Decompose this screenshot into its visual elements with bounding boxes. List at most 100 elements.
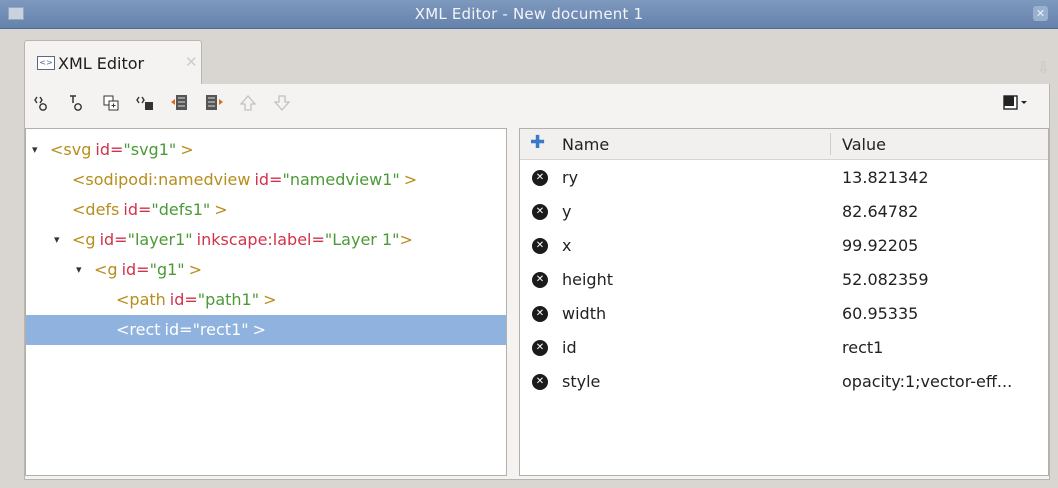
xml-editor-icon: <> [37, 56, 55, 70]
attribute-name[interactable]: style [562, 372, 600, 391]
expander-icon[interactable]: ▾ [54, 225, 60, 255]
node-label: <g id="g1" > [94, 255, 202, 285]
delete-attribute-icon[interactable]: ✕ [532, 272, 548, 288]
tab-close-icon[interactable]: ✕ [185, 53, 198, 71]
tree-node[interactable]: <path id="path1" > [26, 285, 506, 315]
node-tag-close: > [263, 290, 277, 309]
node-tag-close: > [399, 230, 413, 249]
delete-attribute-icon[interactable]: ✕ [532, 238, 548, 254]
delete-attribute-icon[interactable]: ✕ [532, 340, 548, 356]
column-header-name[interactable]: Name [562, 135, 609, 154]
tree-node[interactable]: <defs id="defs1" > [26, 195, 506, 225]
attribute-name[interactable]: id [562, 338, 577, 357]
attribute-row[interactable]: ✕ style opacity:1;vector-eff... [520, 365, 1048, 399]
tree-node[interactable]: ▾ <g id="g1" > [26, 255, 506, 285]
tree-node[interactable]: ▾ <svg id="svg1" > [26, 135, 506, 165]
attribute-row[interactable]: ✕ ry 13.821342 [520, 161, 1048, 195]
tree-node[interactable]: ▾ <g id="layer1" inkscape:label="Layer 1"> [26, 225, 506, 255]
node-tag: <sodipodi:namedview [72, 170, 251, 189]
tree-node[interactable]: <rect id="rect1" > [26, 315, 506, 345]
node-tag: <g [72, 230, 96, 249]
attribute-name[interactable]: width [562, 304, 606, 323]
node-tag-close: > [214, 200, 228, 219]
delete-attribute-icon[interactable]: ✕ [532, 306, 548, 322]
node-attr-value: "namedview1" [282, 170, 400, 189]
window-close-button[interactable]: ✕ [1033, 6, 1048, 21]
node-label: <path id="path1" > [116, 285, 276, 315]
node-attr-name: id= [121, 260, 150, 279]
tree-node[interactable]: <sodipodi:namedview id="namedview1" > [26, 165, 506, 195]
editor-panes: ▾ <svg id="svg1" > <sodipodi:namedview id="na… [24, 124, 1050, 480]
node-attr-value: "defs1" [151, 200, 211, 219]
new-text-node-icon[interactable] [67, 92, 89, 114]
node-tag-close: > [403, 170, 418, 189]
node-tag-close: > [252, 320, 267, 339]
xml-toolbar [24, 84, 1050, 124]
expander-icon[interactable]: ▾ [32, 135, 38, 165]
node-tag: <defs [72, 200, 120, 219]
attribute-name[interactable]: y [562, 202, 571, 221]
attribute-value[interactable]: 82.64782 [842, 202, 918, 221]
window-title: XML Editor - New document 1 [414, 5, 644, 23]
attribute-row[interactable]: ✕ width 60.95335 [520, 297, 1048, 331]
attribute-row[interactable]: ✕ x 99.92205 [520, 229, 1048, 263]
node-attr-name: id= [123, 200, 152, 219]
node-attr-name: id= [169, 290, 198, 309]
attribute-table[interactable]: ✚ Name Value ✕ ry 13.821342 ✕ y 82.64782 ✕ x 99.… [519, 128, 1049, 476]
attribute-name[interactable]: x [562, 236, 571, 255]
delete-node-icon[interactable] [135, 92, 157, 114]
layout-menu-icon[interactable] [1001, 92, 1031, 114]
node-attr-value: "layer1" [127, 230, 193, 249]
attribute-value[interactable]: 60.95335 [842, 304, 918, 323]
dock-tabstrip: <> XML Editor ✕ [10, 40, 1050, 84]
node-attr-value: "rect1" [192, 320, 249, 339]
node-attr-value: "svg1" [123, 140, 177, 159]
node-label: <rect id="rect1" > [116, 315, 266, 345]
attribute-row[interactable]: ✕ id rect1 [520, 331, 1048, 365]
delete-attribute-icon[interactable]: ✕ [532, 170, 548, 186]
node-attr-name: id= [95, 140, 124, 159]
attribute-value[interactable]: rect1 [842, 338, 883, 357]
attribute-row[interactable]: ✕ y 82.64782 [520, 195, 1048, 229]
delete-attribute-icon[interactable]: ✕ [532, 374, 548, 390]
node-tag: <svg [50, 140, 92, 159]
new-element-node-icon[interactable] [33, 92, 55, 114]
node-tag-close: > [188, 260, 203, 279]
node-attr-name: id= [99, 230, 128, 249]
column-header-value[interactable]: Value [842, 135, 886, 154]
expander-icon[interactable]: ▾ [76, 255, 82, 285]
attribute-name[interactable]: height [562, 270, 613, 289]
lower-node-icon[interactable] [271, 92, 293, 114]
node-attr-name: id= [254, 170, 283, 189]
node-label: <sodipodi:namedview id="namedview1" > [72, 165, 417, 195]
attribute-row[interactable]: ✕ height 52.082359 [520, 263, 1048, 297]
node-attr-value: "g1" [149, 260, 185, 279]
node-label: <svg id="svg1" > [50, 135, 194, 165]
dock-arrow-icon[interactable]: ⇩ [1037, 58, 1050, 77]
attribute-value[interactable]: 99.92205 [842, 236, 918, 255]
tab-xml-editor[interactable]: <> XML Editor ✕ [24, 40, 202, 84]
node-tag: <g [94, 260, 118, 279]
node-attr-name: id= [164, 320, 193, 339]
duplicate-node-icon[interactable] [101, 92, 123, 114]
attribute-name[interactable]: ry [562, 168, 578, 187]
add-attribute-icon[interactable]: ✚ [530, 132, 545, 153]
column-separator [830, 133, 831, 155]
tab-label: XML Editor [58, 54, 145, 73]
node-tag: <path [116, 290, 166, 309]
indent-node-icon[interactable] [203, 92, 225, 114]
delete-attribute-icon[interactable]: ✕ [532, 204, 548, 220]
attribute-table-header: ✚ Name Value [520, 129, 1048, 160]
node-attr-name: inkscape:label= [196, 230, 325, 249]
node-tag: <rect [116, 320, 161, 339]
node-attr-value: "Layer 1" [324, 230, 400, 249]
xml-node-tree[interactable]: ▾ <svg id="svg1" > <sodipodi:namedview id="na… [25, 128, 507, 476]
raise-node-icon[interactable] [237, 92, 259, 114]
node-label: <defs id="defs1" > [72, 195, 228, 225]
attribute-value[interactable]: 52.082359 [842, 270, 929, 289]
attribute-value[interactable]: 13.821342 [842, 168, 929, 187]
window-titlebar: XML Editor - New document 1 ✕ [0, 0, 1058, 29]
node-tag-close: > [180, 140, 194, 159]
unindent-node-icon[interactable] [169, 92, 191, 114]
attribute-value[interactable]: opacity:1;vector-eff... [842, 372, 1012, 391]
